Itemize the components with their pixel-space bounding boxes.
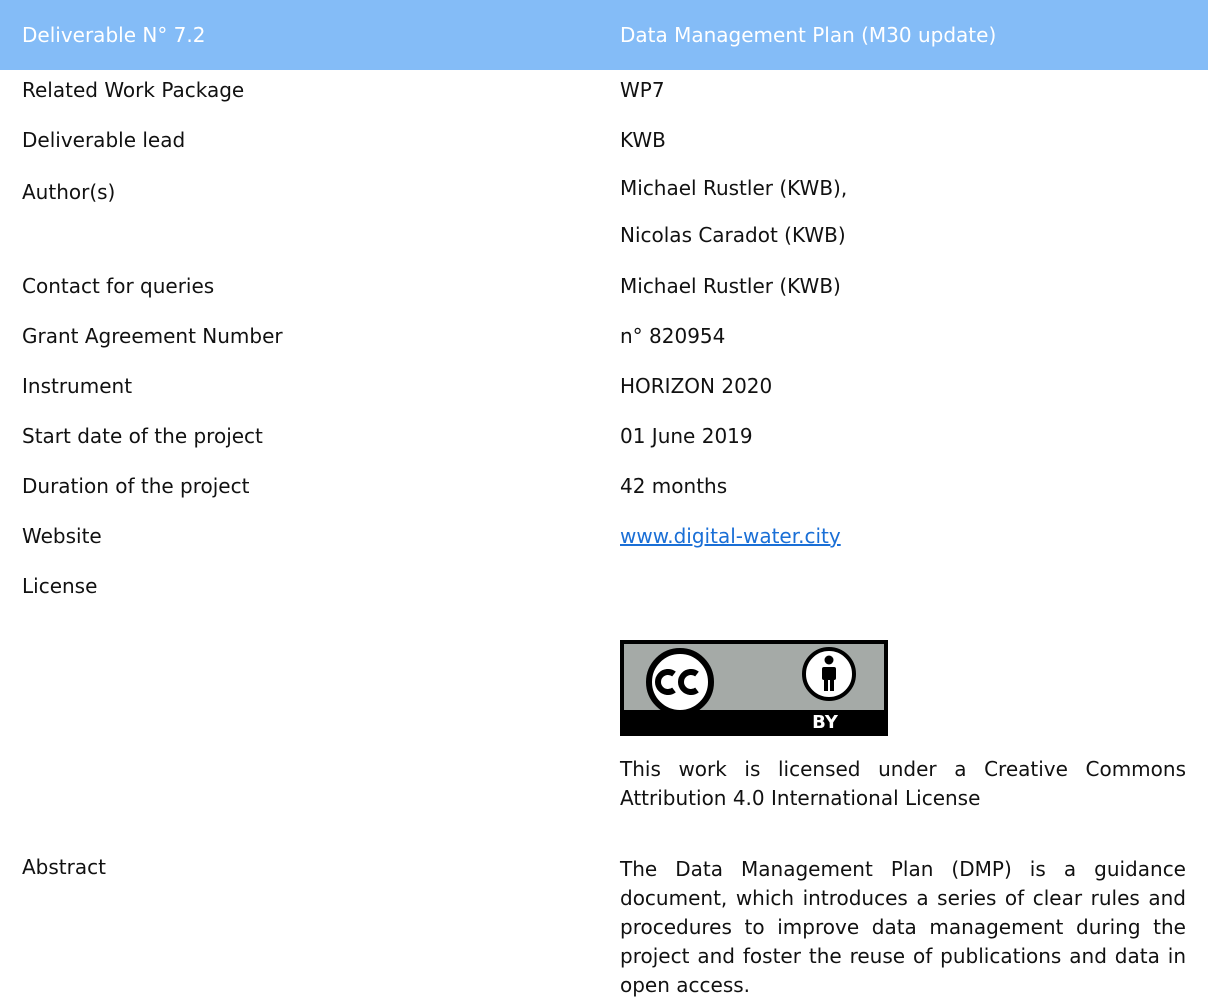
value-instrument: HORIZON 2020 — [620, 374, 773, 398]
value-deliverable-lead: KWB — [620, 128, 666, 152]
cc-circle-icon — [646, 648, 714, 716]
abstract-text: The Data Management Plan (DMP) is a guid… — [620, 857, 1186, 997]
label-authors: Author(s) — [22, 180, 116, 204]
label-instrument: Instrument — [22, 374, 133, 398]
deliverable-header: Deliverable N° 7.2 Data Management Plan … — [0, 0, 1208, 70]
license-text: This work is licensed under a Creative C… — [620, 757, 1186, 810]
value-author-1: Michael Rustler (KWB), — [620, 176, 848, 200]
value-duration: 42 months — [620, 474, 728, 498]
label-license: License — [22, 574, 98, 598]
label-abstract: Abstract — [22, 855, 106, 879]
label-grant-number: Grant Agreement Number — [22, 324, 283, 348]
value-work-package: WP7 — [620, 78, 665, 102]
label-deliverable-lead: Deliverable lead — [22, 128, 186, 152]
label-duration: Duration of the project — [22, 474, 250, 498]
cc-by-symbols-icon — [646, 647, 856, 716]
label-contact: Contact for queries — [22, 274, 215, 298]
label-website: Website — [22, 524, 102, 548]
license-badge-by: BY — [812, 712, 838, 733]
attribution-person-icon — [802, 647, 856, 701]
document-page: Deliverable N° 7.2 Data Management Plan … — [0, 0, 1208, 997]
value-contact: Michael Rustler (KWB) — [620, 274, 841, 298]
creative-commons-by-icon: BY — [620, 640, 888, 736]
label-work-package: Related Work Package — [22, 78, 245, 102]
value-grant-number: n° 820954 — [620, 324, 726, 348]
label-start-date: Start date of the project — [22, 424, 263, 448]
deliverable-number: Deliverable N° 7.2 — [22, 23, 206, 47]
value-author-2: Nicolas Caradot (KWB) — [620, 223, 846, 247]
deliverable-title: Data Management Plan (M30 update) — [620, 23, 997, 47]
license-badge-top — [624, 644, 884, 716]
value-start-date: 01 June 2019 — [620, 424, 753, 448]
website-link[interactable]: www.digital-water.city — [620, 524, 841, 548]
